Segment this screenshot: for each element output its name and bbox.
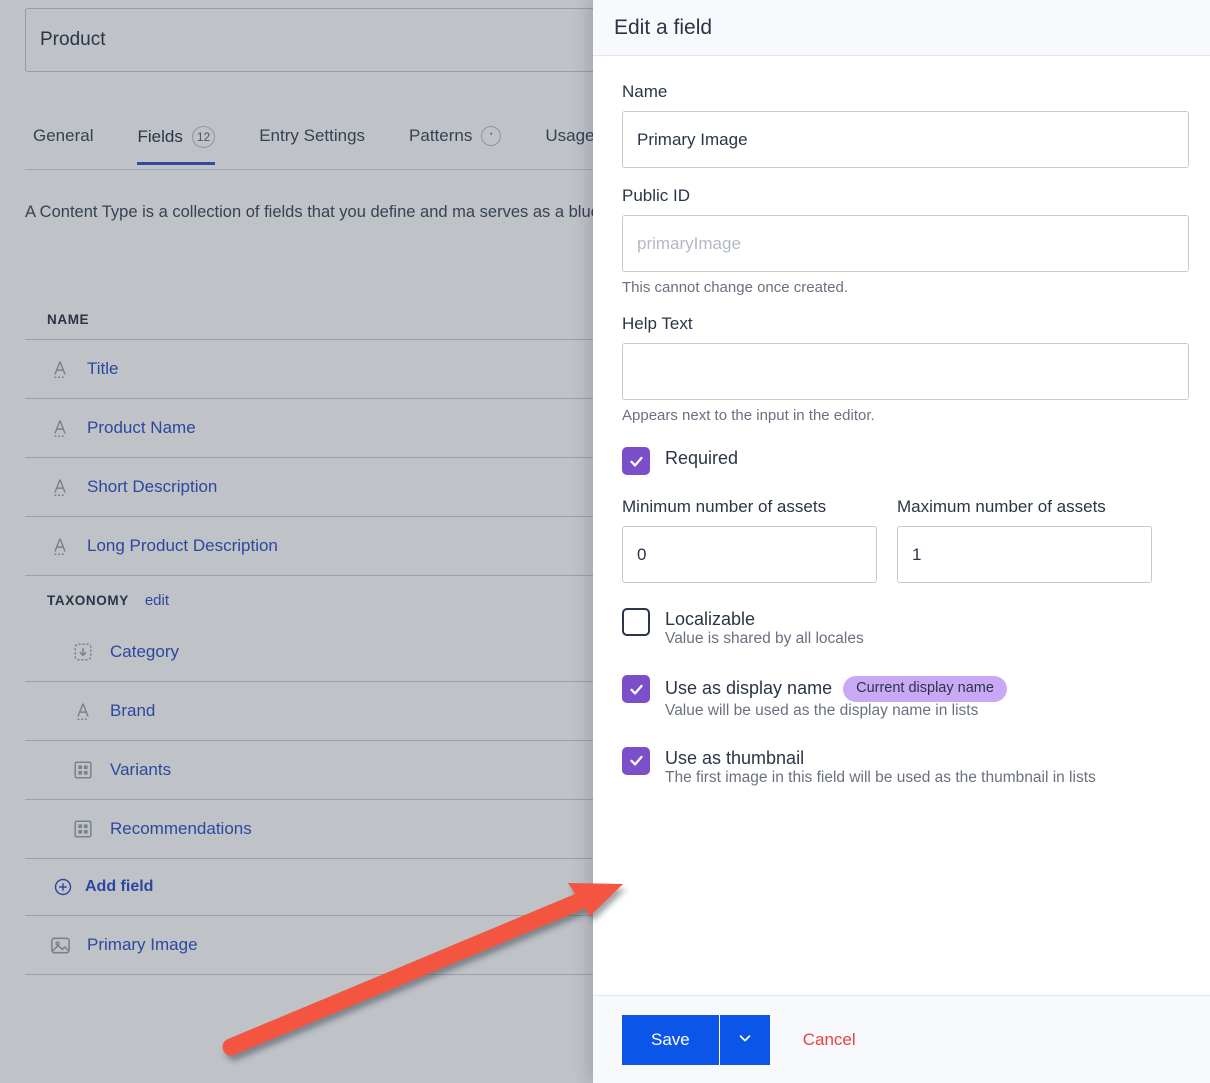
tab-usage-label: Usage — [545, 126, 594, 146]
required-text: Required — [665, 446, 738, 469]
help-text-field-group: Help Text Appears next to the input in t… — [622, 314, 1189, 424]
localizable-checkbox-row[interactable]: Localizable Value is shared by all local… — [622, 607, 1189, 648]
public-id-field-group: Public ID This cannot change once create… — [622, 186, 1189, 296]
save-button-group: Save — [622, 1015, 770, 1065]
app-root: General Fields 12 Entry Settings Pattern… — [0, 0, 1210, 1083]
display-name-label-wrap: Use as display name Current display name — [665, 676, 1007, 702]
min-assets-group: Minimum number of assets — [622, 497, 877, 583]
field-label: Recommendations — [110, 819, 252, 839]
edit-field-modal: Edit a field Name Public ID This cannot … — [593, 0, 1210, 1083]
display-name-checkbox-row[interactable]: Use as display name Current display name… — [622, 674, 1189, 720]
field-options-block: Localizable Value is shared by all local… — [622, 607, 1189, 787]
field-label: Long Product Description — [87, 536, 278, 556]
dropdown-icon — [70, 639, 96, 665]
text-icon — [47, 474, 73, 500]
image-icon — [47, 932, 73, 958]
name-field-group: Name — [622, 82, 1189, 168]
min-assets-label: Minimum number of assets — [622, 497, 877, 517]
modal-body: Name Public ID This cannot change once c… — [593, 56, 1210, 995]
max-assets-input[interactable] — [897, 526, 1152, 583]
text-icon — [47, 533, 73, 559]
public-id-label: Public ID — [622, 186, 1189, 206]
column-header-name: NAME — [47, 312, 89, 327]
localizable-label: Localizable — [665, 609, 864, 630]
group-title: TAXONOMY — [47, 593, 129, 608]
name-label: Name — [622, 82, 1189, 102]
tab-general[interactable]: General — [25, 122, 115, 162]
display-name-text: Use as display name Current display name… — [665, 674, 1007, 720]
display-name-sub: Value will be used as the display name i… — [665, 702, 978, 719]
display-name-checkbox[interactable] — [622, 675, 650, 703]
save-options-button[interactable] — [720, 1015, 770, 1065]
localizable-text: Localizable Value is shared by all local… — [665, 607, 864, 648]
field-label: Primary Image — [87, 935, 198, 955]
required-checkbox-row[interactable]: Required — [622, 446, 1189, 475]
tab-patterns-dot-badge: · — [481, 126, 501, 146]
tab-fields-label: Fields — [137, 127, 182, 147]
blocks-icon — [70, 757, 96, 783]
field-label: Variants — [110, 760, 171, 780]
field-label: Product Name — [87, 418, 196, 438]
tab-fields[interactable]: Fields 12 — [115, 122, 237, 164]
public-id-input[interactable] — [622, 215, 1189, 272]
name-input[interactable] — [622, 111, 1189, 168]
text-icon — [47, 415, 73, 441]
min-assets-input[interactable] — [622, 526, 877, 583]
text-icon — [47, 356, 73, 382]
tab-general-label: General — [33, 126, 93, 146]
chevron-down-icon — [736, 1029, 754, 1050]
tab-fields-count-badge: 12 — [192, 126, 215, 148]
save-button[interactable]: Save — [622, 1015, 720, 1065]
field-label: Brand — [110, 701, 155, 721]
display-name-label: Use as display name — [665, 678, 832, 699]
tab-entry-settings[interactable]: Entry Settings — [237, 122, 387, 162]
required-checkbox[interactable] — [622, 447, 650, 475]
help-text-label: Help Text — [622, 314, 1189, 334]
field-label: Category — [110, 642, 179, 662]
thumbnail-checkbox-row[interactable]: Use as thumbnail The first image in this… — [622, 746, 1189, 787]
tab-entry-settings-label: Entry Settings — [259, 126, 365, 146]
tab-patterns[interactable]: Patterns · — [387, 122, 523, 162]
asset-count-row: Minimum number of assets Maximum number … — [622, 497, 1189, 583]
current-display-name-badge: Current display name — [843, 676, 1007, 702]
public-id-hint: This cannot change once created. — [622, 279, 1189, 296]
field-label: Title — [87, 359, 119, 379]
modal-header: Edit a field — [593, 0, 1210, 56]
localizable-checkbox[interactable] — [622, 608, 650, 636]
blocks-icon — [70, 816, 96, 842]
tab-patterns-label: Patterns — [409, 126, 472, 146]
modal-footer: Save Cancel — [593, 995, 1210, 1083]
help-text-hint: Appears next to the input in the editor. — [622, 407, 1189, 424]
cancel-button[interactable]: Cancel — [797, 1029, 862, 1051]
max-assets-label: Maximum number of assets — [897, 497, 1152, 517]
modal-title: Edit a field — [614, 16, 712, 40]
thumbnail-label: Use as thumbnail — [665, 748, 1096, 769]
group-edit-link[interactable]: edit — [145, 592, 169, 609]
thumbnail-text: Use as thumbnail The first image in this… — [665, 746, 1096, 787]
thumbnail-sub: The first image in this field will be us… — [665, 769, 1096, 786]
thumbnail-checkbox[interactable] — [622, 747, 650, 775]
max-assets-group: Maximum number of assets — [897, 497, 1152, 583]
localizable-sub: Value is shared by all locales — [665, 630, 864, 647]
plus-circle-icon — [53, 877, 73, 897]
required-label: Required — [665, 448, 738, 469]
add-field-label: Add field — [85, 878, 153, 896]
field-label: Short Description — [87, 477, 217, 497]
help-text-input[interactable] — [622, 343, 1189, 400]
text-icon — [70, 698, 96, 724]
